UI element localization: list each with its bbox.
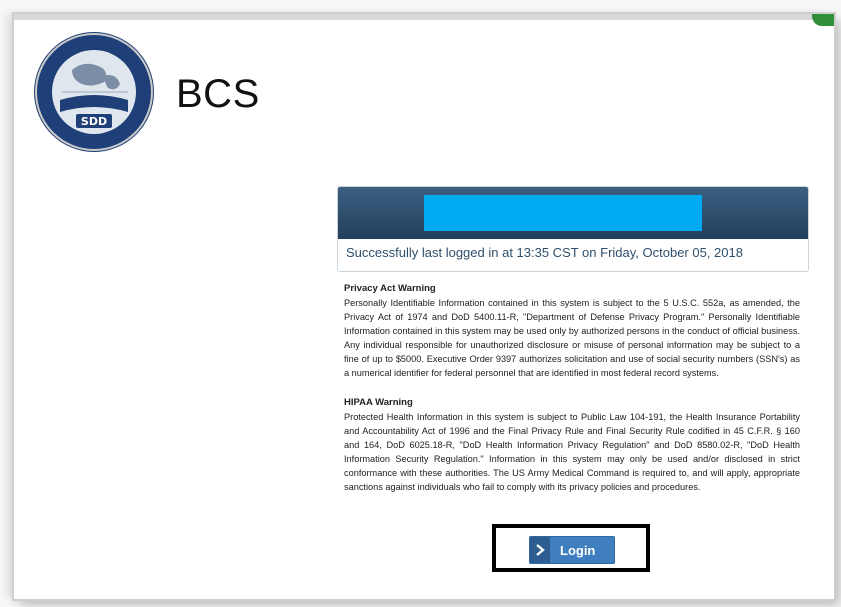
panel-header xyxy=(338,187,808,239)
privacy-body: Personally Identifiable Information cont… xyxy=(344,298,800,378)
warnings-section: Privacy Act Warning Personally Identifia… xyxy=(344,282,800,510)
page-frame: SDD BCS Successfully last logged in at 1… xyxy=(14,14,834,599)
hipaa-body: Protected Health Information in this sys… xyxy=(344,412,800,492)
last-login-message: Successfully last logged in at 13:35 CST… xyxy=(346,245,743,260)
corner-tab xyxy=(812,14,834,26)
top-bar xyxy=(14,14,834,20)
chevron-right-icon xyxy=(530,537,550,563)
redacted-banner xyxy=(424,195,702,231)
logo-abbr: SDD xyxy=(81,115,107,128)
login-button-label: Login xyxy=(560,542,596,558)
sdd-logo: SDD xyxy=(32,30,156,154)
login-panel: Successfully last logged in at 13:35 CST… xyxy=(337,186,809,272)
privacy-heading: Privacy Act Warning xyxy=(344,283,436,294)
app-title: BCS xyxy=(176,72,260,116)
hipaa-heading: HIPAA Warning xyxy=(344,397,413,408)
login-button[interactable]: Login xyxy=(529,536,615,564)
